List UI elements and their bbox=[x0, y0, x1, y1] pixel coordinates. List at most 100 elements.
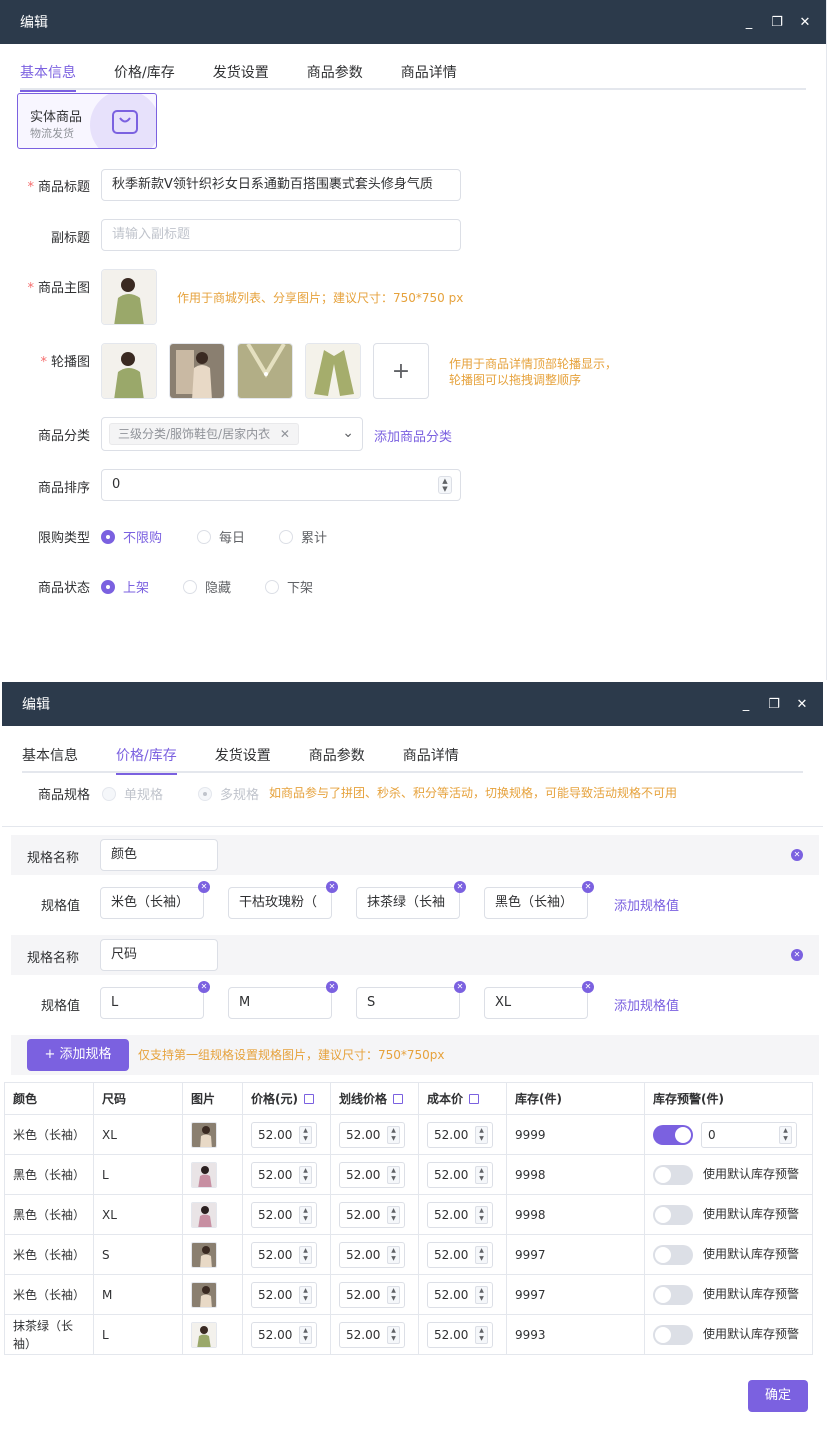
stepper-icon[interactable]: ▲ ▼ bbox=[299, 1245, 312, 1264]
price-input[interactable]: 52.00 ▲ ▼ bbox=[251, 1281, 317, 1308]
remove-value-icon[interactable]: ✕ bbox=[326, 881, 338, 893]
tag-close-icon[interactable]: ✕ bbox=[280, 427, 290, 441]
cost-input[interactable]: 52.00 ▲ ▼ bbox=[427, 1201, 493, 1228]
stepper-icon[interactable]: ▲ ▼ bbox=[475, 1205, 488, 1224]
add-spec-value-link[interactable]: 添加规格值 bbox=[614, 895, 679, 914]
stepper-icon[interactable]: ▲ ▼ bbox=[387, 1125, 400, 1144]
line-price-input[interactable]: 52.00 ▲ ▼ bbox=[339, 1161, 405, 1188]
maximize-icon[interactable]: ❐ bbox=[767, 698, 781, 711]
remove-value-icon[interactable]: ✕ bbox=[454, 881, 466, 893]
carousel-image-3[interactable] bbox=[237, 343, 293, 399]
tab-params[interactable]: 商品参数 bbox=[309, 743, 365, 773]
stepper-icon[interactable]: ▲ ▼ bbox=[299, 1165, 312, 1184]
stepper-icon[interactable]: ▲ ▼ bbox=[387, 1205, 400, 1224]
tab-shipping[interactable]: 发货设置 bbox=[213, 60, 269, 90]
remove-value-icon[interactable]: ✕ bbox=[198, 881, 210, 893]
cell-image[interactable] bbox=[182, 1114, 243, 1155]
stepper-icon[interactable]: ▲ ▼ bbox=[475, 1125, 488, 1144]
spec-value-input[interactable]: XL bbox=[484, 987, 588, 1019]
line-price-input[interactable]: 52.00 ▲ ▼ bbox=[339, 1281, 405, 1308]
stepper-icon[interactable]: ▲ ▼ bbox=[387, 1325, 400, 1344]
line-price-input[interactable]: 52.00 ▲ ▼ bbox=[339, 1201, 405, 1228]
remove-value-icon[interactable]: ✕ bbox=[326, 981, 338, 993]
carousel-image-2[interactable] bbox=[169, 343, 225, 399]
stepper-icon[interactable]: ▲ ▼ bbox=[387, 1165, 400, 1184]
remove-value-icon[interactable]: ✕ bbox=[198, 981, 210, 993]
cost-input[interactable]: 52.00 ▲ ▼ bbox=[427, 1241, 493, 1268]
stepper-icon[interactable]: ▲ ▼ bbox=[475, 1245, 488, 1264]
stepper-icon[interactable]: ▲ ▼ bbox=[387, 1245, 400, 1264]
sku-image-thumb[interactable] bbox=[191, 1161, 217, 1188]
cost-input[interactable]: 52.00 ▲ ▼ bbox=[427, 1121, 493, 1148]
edit-icon[interactable] bbox=[469, 1094, 480, 1104]
tab-basic-info[interactable]: 基本信息 bbox=[20, 60, 76, 92]
price-input[interactable]: 52.00 ▲ ▼ bbox=[251, 1201, 317, 1228]
status-hidden-radio[interactable]: 隐藏 bbox=[183, 577, 231, 596]
sku-image-thumb[interactable] bbox=[191, 1241, 217, 1268]
add-category-link[interactable]: 添加商品分类 bbox=[374, 426, 452, 445]
status-off-shelf-radio[interactable]: 下架 bbox=[265, 577, 313, 596]
confirm-button[interactable]: 确定 bbox=[748, 1380, 808, 1412]
stepper-icon[interactable]: ▲ ▼ bbox=[438, 476, 452, 494]
spec-name-input[interactable]: 尺码 bbox=[100, 939, 218, 971]
limit-total-radio[interactable]: 累计 bbox=[279, 527, 327, 546]
subtitle-input[interactable]: 请输入副标题 bbox=[101, 219, 461, 251]
price-input[interactable]: 52.00 ▲ ▼ bbox=[251, 1321, 317, 1348]
add-spec-button[interactable]: + 添加规格 bbox=[27, 1039, 129, 1071]
stepper-icon[interactable]: ▲ ▼ bbox=[299, 1205, 312, 1224]
tab-price-stock[interactable]: 价格/库存 bbox=[116, 743, 177, 775]
tab-price-stock[interactable]: 价格/库存 bbox=[114, 60, 175, 90]
close-icon[interactable]: ✕ bbox=[795, 698, 809, 711]
spec-value-input[interactable]: L bbox=[100, 987, 204, 1019]
spec-value-input[interactable]: 干枯玫瑰粉（ bbox=[228, 887, 332, 919]
stock-warn-toggle[interactable] bbox=[653, 1125, 693, 1145]
tab-params[interactable]: 商品参数 bbox=[307, 60, 363, 90]
carousel-image-1[interactable] bbox=[101, 343, 157, 399]
stock-warn-toggle[interactable] bbox=[653, 1324, 693, 1345]
line-price-input[interactable]: 52.00 ▲ ▼ bbox=[339, 1121, 405, 1148]
status-on-shelf-radio[interactable]: 上架 bbox=[101, 577, 149, 596]
sku-image-thumb[interactable] bbox=[191, 1121, 217, 1148]
stepper-icon[interactable]: ▲ ▼ bbox=[387, 1285, 400, 1304]
tab-basic-info[interactable]: 基本信息 bbox=[22, 743, 78, 773]
product-type-physical[interactable]: 实体商品 物流发货 bbox=[17, 93, 157, 149]
tab-shipping[interactable]: 发货设置 bbox=[215, 743, 271, 773]
cell-image[interactable] bbox=[182, 1314, 243, 1355]
close-icon[interactable]: ✕ bbox=[798, 16, 812, 29]
spec-value-input[interactable]: 黑色（长袖） bbox=[484, 887, 588, 919]
sku-image-thumb[interactable] bbox=[191, 1321, 217, 1348]
remove-value-icon[interactable]: ✕ bbox=[454, 981, 466, 993]
product-title-input[interactable]: 秋季新款V领针织衫女日系通勤百搭围裹式套头修身气质 bbox=[101, 169, 461, 201]
stock-warn-toggle[interactable] bbox=[653, 1204, 693, 1225]
stock-warn-input[interactable]: 0 ▲ ▼ bbox=[701, 1121, 797, 1148]
main-image-thumb[interactable] bbox=[101, 269, 157, 325]
cell-image[interactable] bbox=[182, 1154, 243, 1195]
cost-input[interactable]: 52.00 ▲ ▼ bbox=[427, 1161, 493, 1188]
minimize-icon[interactable]: _ bbox=[742, 16, 756, 29]
stepper-icon[interactable]: ▲ ▼ bbox=[475, 1165, 488, 1184]
sku-image-thumb[interactable] bbox=[191, 1281, 217, 1308]
stock-warn-toggle[interactable] bbox=[653, 1164, 693, 1185]
remove-value-icon[interactable]: ✕ bbox=[582, 981, 594, 993]
stepper-icon[interactable]: ▲ ▼ bbox=[299, 1325, 312, 1344]
tab-details[interactable]: 商品详情 bbox=[403, 743, 459, 773]
price-input[interactable]: 52.00 ▲ ▼ bbox=[251, 1161, 317, 1188]
price-input[interactable]: 52.00 ▲ ▼ bbox=[251, 1241, 317, 1268]
stepper-icon[interactable]: ▲ ▼ bbox=[779, 1125, 792, 1144]
sort-input[interactable]: 0 ▲ ▼ bbox=[101, 469, 461, 501]
stepper-icon[interactable]: ▲ ▼ bbox=[475, 1285, 488, 1304]
carousel-image-4[interactable] bbox=[305, 343, 361, 399]
minimize-icon[interactable]: _ bbox=[739, 698, 753, 711]
limit-none-radio[interactable]: 不限购 bbox=[101, 527, 162, 546]
sku-image-thumb[interactable] bbox=[191, 1201, 217, 1228]
remove-group-icon[interactable]: ✕ bbox=[791, 949, 803, 961]
cell-image[interactable] bbox=[182, 1274, 243, 1315]
stepper-icon[interactable]: ▲ ▼ bbox=[475, 1325, 488, 1344]
add-carousel-button[interactable]: + bbox=[373, 343, 429, 399]
tab-details[interactable]: 商品详情 bbox=[401, 60, 457, 90]
cell-image[interactable] bbox=[182, 1194, 243, 1235]
price-input[interactable]: 52.00 ▲ ▼ bbox=[251, 1121, 317, 1148]
single-spec-radio[interactable]: 单规格 bbox=[102, 784, 163, 803]
spec-value-input[interactable]: S bbox=[356, 987, 460, 1019]
cost-input[interactable]: 52.00 ▲ ▼ bbox=[427, 1281, 493, 1308]
